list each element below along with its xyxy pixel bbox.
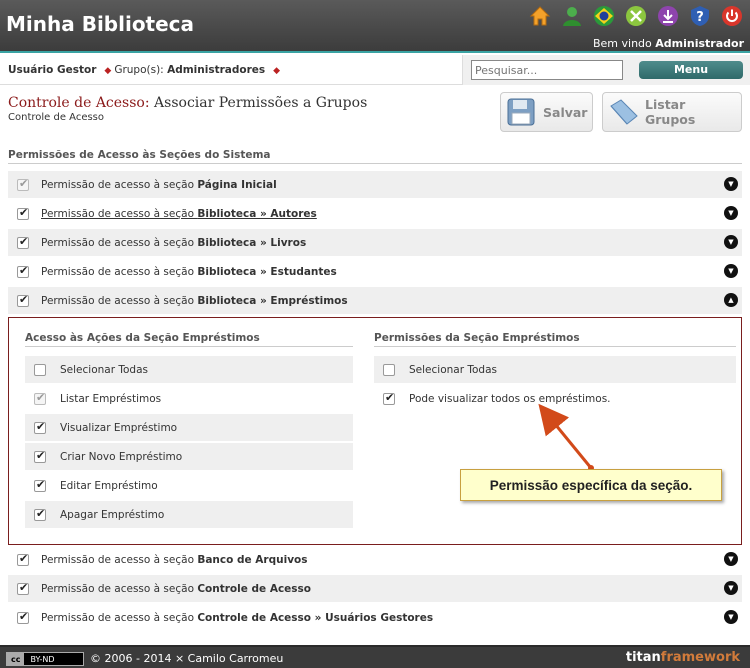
permission-label: Permissão de acesso à seção Biblioteca »…: [41, 265, 337, 278]
groups-value: Administradores: [167, 64, 266, 76]
permission-checkbox[interactable]: [17, 264, 29, 278]
action-label: Editar Empréstimo: [60, 479, 158, 492]
list-groups-label: Listar Grupos: [645, 97, 696, 127]
user-icon[interactable]: [560, 4, 584, 28]
list-groups-button[interactable]: Listar Grupos: [602, 92, 742, 132]
select-all-checkbox[interactable]: [34, 363, 46, 376]
expand-down-icon[interactable]: ▼: [724, 581, 738, 595]
perm-label: Pode visualizar todos os empréstimos.: [409, 392, 611, 405]
page-title: Controle de Acesso: Associar Permissões …: [8, 95, 368, 111]
callout-note: Permissão específica da seção.: [460, 469, 722, 501]
user-info: Usuário Gestor ◆ Grupo(s): Administradores…: [8, 64, 283, 76]
footer: cc BY-ND © 2006 - 2014 × Camilo Carromeu …: [0, 645, 750, 668]
welcome-text: Bem vindo Administrador: [592, 37, 744, 50]
search-area: Menu: [462, 55, 750, 85]
save-label: Salvar: [543, 104, 588, 120]
perm-checkbox[interactable]: [383, 391, 395, 405]
help-icon[interactable]: ?: [688, 4, 712, 28]
action-row: Selecionar Todas: [25, 356, 353, 383]
perm-row: Pode visualizar todos os empréstimos.: [374, 385, 736, 412]
cc-icon: cc: [7, 653, 25, 665]
permission-checkbox[interactable]: [17, 206, 29, 220]
permission-checkbox[interactable]: [17, 177, 29, 191]
permission-checkbox[interactable]: [17, 610, 29, 624]
home-icon[interactable]: [528, 4, 552, 28]
permission-checkbox[interactable]: [17, 581, 29, 595]
save-button[interactable]: Salvar: [500, 92, 593, 132]
copyright-text: © 2006 - 2014 × Camilo Carromeu: [90, 652, 284, 665]
menu-button[interactable]: Menu: [639, 61, 743, 79]
perm-row: Selecionar Todas: [374, 356, 736, 383]
action-row: Editar Empréstimo: [25, 472, 353, 499]
perms-heading: Permissões da Seção Empréstimos: [374, 332, 736, 347]
tools-icon[interactable]: [624, 4, 648, 28]
action-checkbox[interactable]: [34, 420, 46, 434]
diamond-icon: ◆: [273, 66, 281, 76]
breadcrumb: Controle de Acesso: [8, 112, 105, 123]
permission-label: Permissão de acesso à seção Biblioteca »…: [41, 236, 307, 249]
action-row: Visualizar Empréstimo: [25, 414, 353, 441]
action-checkbox[interactable]: [34, 449, 46, 463]
permission-row: Permissão de acesso à seção Biblioteca »…: [8, 287, 742, 314]
action-row: Listar Empréstimos: [25, 385, 353, 412]
permission-checkbox[interactable]: [17, 552, 29, 566]
search-input[interactable]: [471, 60, 623, 80]
brazil-flag-icon[interactable]: [592, 4, 616, 28]
expand-down-icon[interactable]: ▼: [724, 264, 738, 278]
permission-checkbox[interactable]: [17, 293, 29, 307]
diamond-icon: ◆: [104, 66, 112, 76]
permission-label: Permissão de acesso à seção Biblioteca »…: [41, 294, 348, 307]
action-checkbox[interactable]: [34, 391, 46, 405]
expand-down-icon[interactable]: ▼: [724, 610, 738, 624]
floppy-disk-icon: [505, 95, 537, 129]
action-label: Listar Empréstimos: [60, 392, 162, 405]
user-bar: Usuário Gestor ◆ Grupo(s): Administradores…: [0, 55, 750, 85]
svg-text:?: ?: [696, 10, 704, 25]
action-label: Selecionar Todas: [60, 363, 148, 376]
app-title[interactable]: Minha Biblioteca: [6, 12, 194, 36]
actions-heading: Acesso às Ações da Seção Empréstimos: [25, 332, 353, 347]
folder-icon: [607, 95, 639, 129]
action-row: Apagar Empréstimo: [25, 501, 353, 528]
expand-down-icon[interactable]: ▼: [724, 177, 738, 191]
section-detail-panel: Acesso às Ações da Seção Empréstimos Per…: [8, 317, 742, 545]
permission-row: Permissão de acesso à seção Biblioteca »…: [8, 229, 742, 256]
action-checkbox[interactable]: [34, 478, 46, 492]
cc-license: BY-ND: [30, 654, 55, 664]
select-all-checkbox[interactable]: [383, 363, 395, 376]
section-heading: Permissões de Acesso às Seções do Sistem…: [8, 149, 742, 164]
permission-label[interactable]: Permissão de acesso à seção Biblioteca »…: [41, 208, 317, 220]
expand-down-icon[interactable]: ▼: [724, 235, 738, 249]
creative-commons-badge[interactable]: cc BY-ND: [6, 652, 84, 666]
permission-row: Permissão de acesso à seção Página Inici…: [8, 171, 742, 198]
titan-framework-logo[interactable]: titanframework: [626, 650, 740, 665]
permission-label: Permissão de acesso à seção Controle de …: [41, 611, 434, 624]
permission-label: Permissão de acesso à seção Controle de …: [41, 582, 312, 595]
action-label: Criar Novo Empréstimo: [60, 450, 183, 463]
action-label: Apagar Empréstimo: [60, 508, 165, 521]
user-label: Usuário Gestor: [8, 64, 97, 76]
permission-row: Permissão de acesso à seção Biblioteca »…: [8, 258, 742, 285]
welcome-user: Administrador: [655, 37, 744, 50]
expand-down-icon[interactable]: ▼: [724, 206, 738, 220]
permission-row: Permissão de acesso à seção Biblioteca »…: [8, 200, 742, 227]
permission-row: Permissão de acesso à seção Controle de …: [8, 575, 742, 602]
permission-row: Permissão de acesso à seção Banco de Arq…: [8, 546, 742, 573]
action-label: Visualizar Empréstimo: [60, 421, 178, 434]
collapse-up-icon[interactable]: ▲: [724, 293, 738, 307]
header-icons: ?: [528, 4, 744, 28]
perm-label: Selecionar Todas: [409, 363, 497, 376]
permission-label: Permissão de acesso à seção Página Inici…: [41, 178, 277, 191]
permission-label: Permissão de acesso à seção Banco de Arq…: [41, 553, 308, 566]
action-checkbox[interactable]: [34, 507, 46, 521]
permission-row: Permissão de acesso à seção Controle de …: [8, 604, 742, 631]
groups-label: Grupo(s):: [114, 64, 164, 76]
action-row: Criar Novo Empréstimo: [25, 443, 353, 470]
download-icon[interactable]: [656, 4, 680, 28]
permission-checkbox[interactable]: [17, 235, 29, 249]
expand-down-icon[interactable]: ▼: [724, 552, 738, 566]
power-icon[interactable]: [720, 4, 744, 28]
top-header: Minha Biblioteca ? Bem vindo Administrad…: [0, 0, 750, 53]
